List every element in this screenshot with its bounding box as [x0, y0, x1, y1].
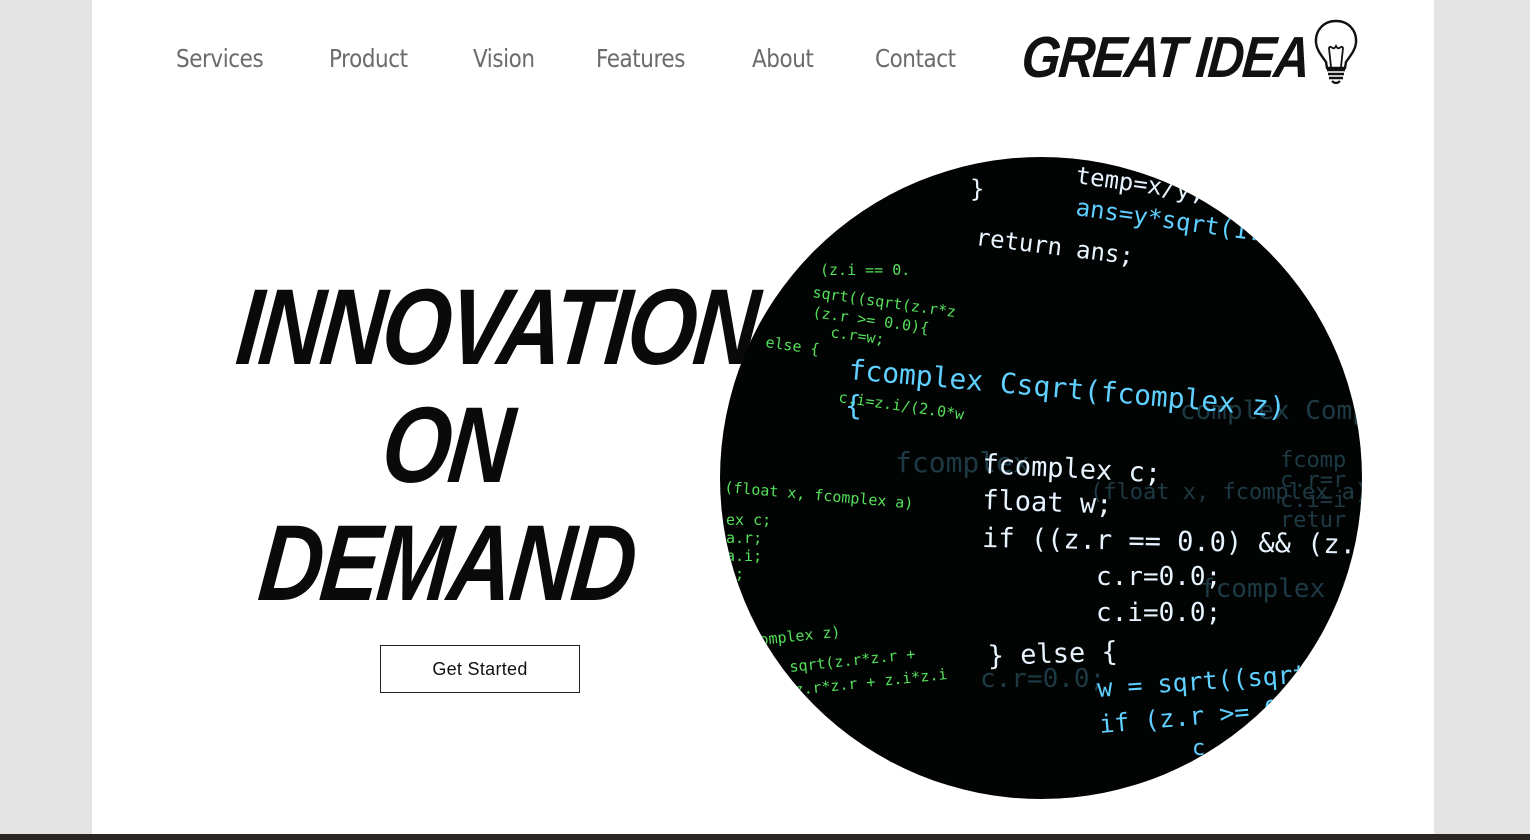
- code-image-canvas: fcomplex (float x, fcomplex a) complex C…: [724, 161, 1362, 761]
- side-code-line: c;: [726, 565, 744, 583]
- nav-link-contact[interactable]: Contact: [875, 44, 956, 73]
- hero-title-line-2: ON: [376, 384, 518, 505]
- main-code-line: {: [845, 389, 862, 422]
- page-container: Services Product Vision Features About C…: [92, 0, 1434, 834]
- background-strip: [0, 834, 1530, 840]
- logo[interactable]: GREAT IDEA: [1019, 18, 1367, 90]
- hero-title: INNOVATION ON DEMAND: [192, 266, 763, 623]
- main-code-line: }: [970, 175, 984, 203]
- side-code-line: a.r;: [726, 529, 762, 547]
- faded-code-line: fcomplex Cor: [1200, 574, 1362, 604]
- logo-text: GREAT IDEA: [1019, 25, 1312, 90]
- main-code-line: c.r: [1192, 736, 1232, 761]
- side-code-line: (float x, fcomplex a): [724, 478, 915, 512]
- main-code-line: fcomplex c;: [982, 449, 1162, 489]
- main-code-line: if ((z.r == 0.0) && (z.i == 0.0)) {: [982, 523, 1362, 564]
- nav-link-features[interactable]: Features: [596, 44, 685, 73]
- main-code-line: c.i=0.0;: [1096, 598, 1221, 628]
- lightbulb-icon: [1314, 19, 1358, 85]
- hero-title-line-1: INNOVATION: [231, 266, 763, 387]
- side-code-line: a.i;: [726, 547, 762, 565]
- code-image: fcomplex (float x, fcomplex a) complex C…: [720, 157, 1362, 799]
- side-code-line: (z.i == 0.: [820, 261, 910, 279]
- nav-link-vision[interactable]: Vision: [473, 44, 535, 73]
- get-started-button[interactable]: Get Started: [380, 645, 580, 693]
- main-code-line: float w;: [982, 485, 1113, 521]
- nav-link-about[interactable]: About: [752, 44, 814, 73]
- hero-title-line-3: DEMAND: [253, 502, 641, 623]
- side-code-line: ex c;: [726, 511, 771, 529]
- nav-link-services[interactable]: Services: [176, 44, 264, 73]
- main-code-line: w = sqrt((sqrt(z.r*z: [1096, 653, 1362, 703]
- nav-link-product[interactable]: Product: [329, 44, 408, 73]
- side-code-line: omplex z): [759, 623, 842, 649]
- side-code-line: else {: [764, 333, 820, 358]
- main-code-line: } else {: [987, 636, 1118, 672]
- side-code: (z.i == 0. sqrt((sqrt(z.r*z (z.r >= 0.0)…: [724, 261, 966, 699]
- main-code-line: return ans;: [974, 223, 1135, 270]
- main-nav: Services Product Vision Features About C…: [176, 38, 969, 78]
- main-code-line: c.r=0.0;: [1096, 562, 1221, 592]
